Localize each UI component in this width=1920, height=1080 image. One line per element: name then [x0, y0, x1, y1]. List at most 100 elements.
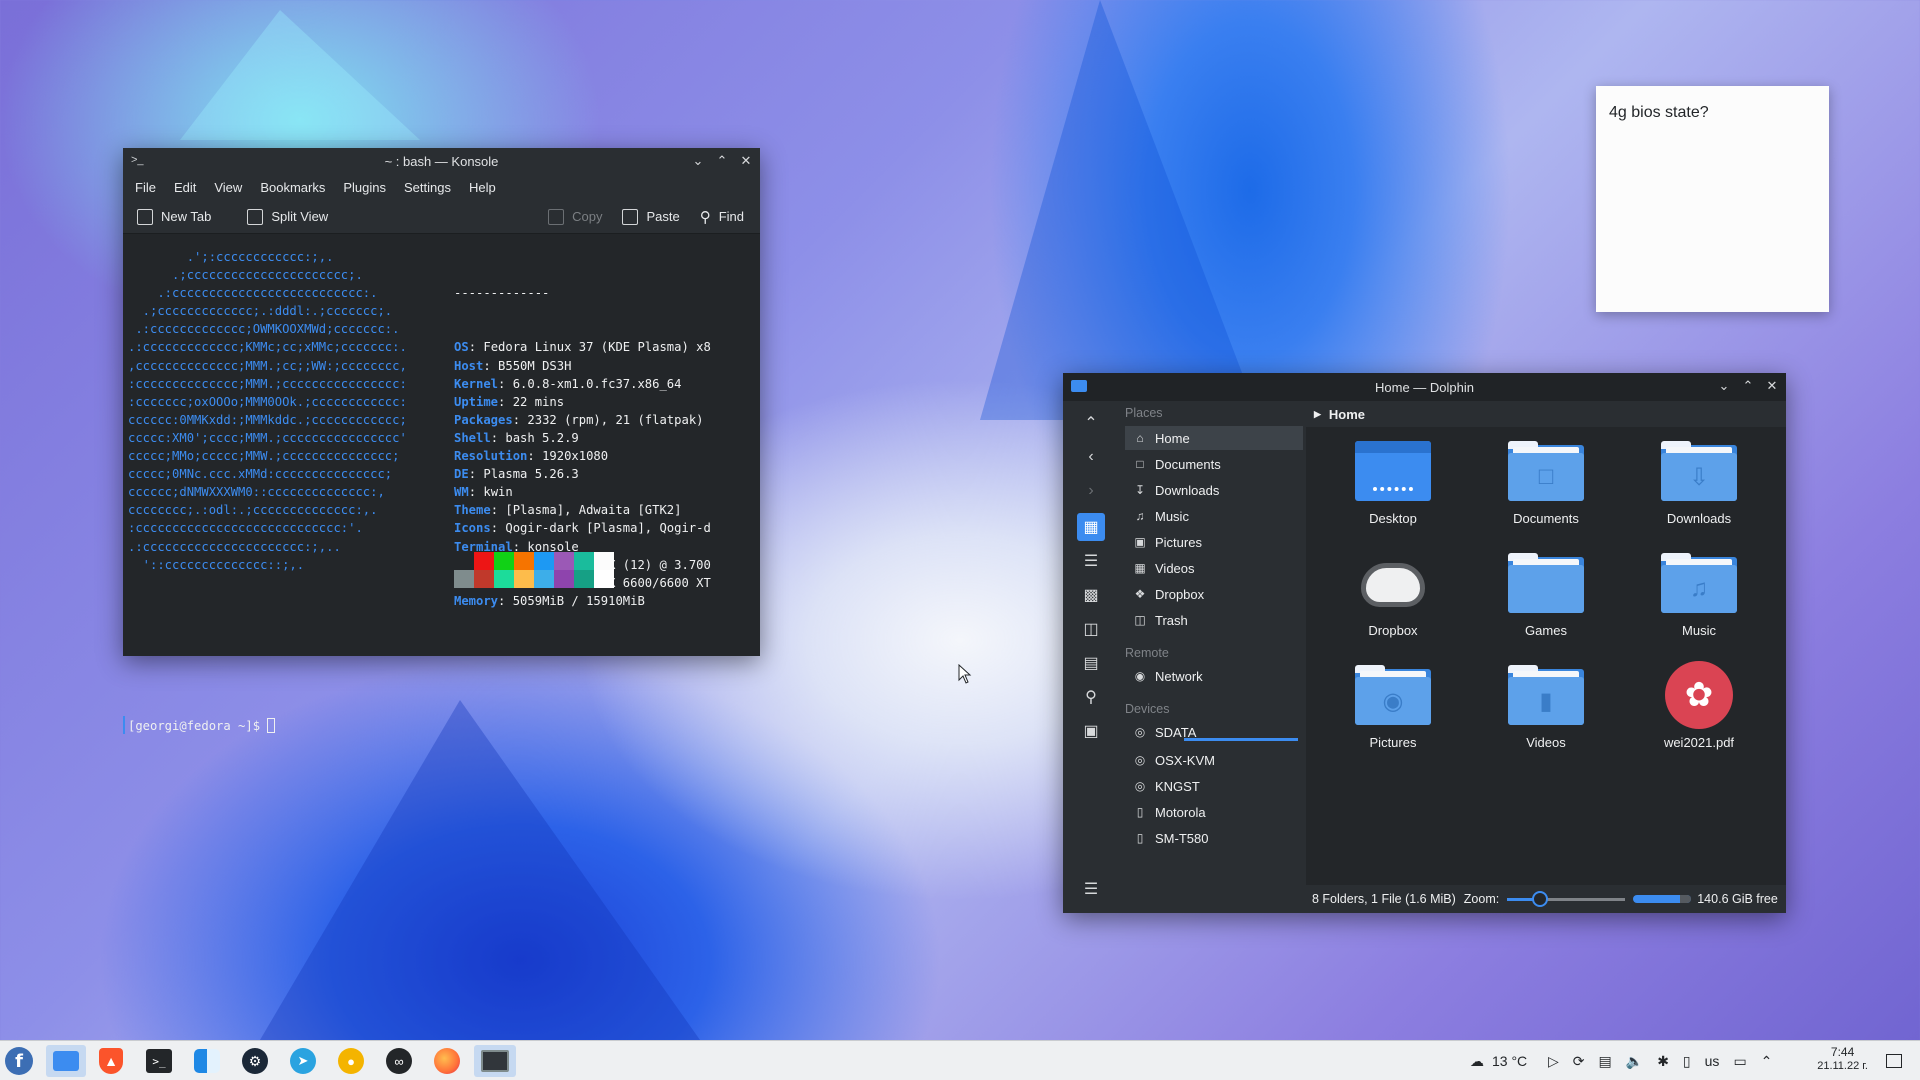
place-videos[interactable]: ▦ Videos — [1125, 556, 1303, 580]
konsole-window[interactable]: >_ ~ : bash — Konsole ⌄ ⌃ ✕ File Edit Vi… — [123, 148, 760, 734]
device-motorola[interactable]: ▯ Motorola — [1125, 800, 1303, 824]
neofetch-row: Theme: [Plasma], Adwaita [GTK2] — [454, 503, 682, 518]
terminal-icon[interactable]: ▣ — [1077, 717, 1105, 745]
file-view[interactable]: ▶ Home Desktop □ Documents ⇩ Downloads D… — [1306, 401, 1786, 885]
device-kngst[interactable]: ◎ KNGST — [1125, 774, 1303, 798]
compact-view-icon[interactable]: ☰ — [1077, 547, 1105, 575]
menu-view[interactable]: View — [214, 180, 242, 195]
firefox-icon[interactable] — [430, 1045, 464, 1077]
video-icon: ▦ — [1134, 561, 1146, 575]
device-osx-kvm[interactable]: ◎ OSX-KVM — [1125, 748, 1303, 772]
sticky-note-widget[interactable]: 4g bios state? — [1596, 86, 1829, 312]
neofetch-key: Memory — [454, 593, 499, 608]
keyboard-layout[interactable]: us — [1705, 1053, 1720, 1069]
split-view-button[interactable]: Split View — [237, 203, 338, 231]
place-dropbox[interactable]: ❖ Dropbox — [1125, 582, 1303, 606]
up-icon[interactable]: ⌃ — [1077, 409, 1105, 437]
weather-widget[interactable]: ☁ 13 °C — [1470, 1041, 1527, 1080]
slack-icon[interactable]: ● — [334, 1045, 368, 1077]
update-icon[interactable]: ⟳ — [1573, 1053, 1585, 1070]
file-item-documents[interactable]: □ Documents — [1482, 441, 1610, 526]
preview-icon[interactable]: ▤ — [1077, 649, 1105, 677]
menu-file[interactable]: File — [135, 180, 156, 195]
clipboard-icon[interactable]: ▤ — [1599, 1053, 1612, 1070]
place-music[interactable]: ♫ Music — [1125, 504, 1303, 528]
file-item-dropbox[interactable]: Dropbox — [1329, 553, 1457, 638]
digital-clock[interactable]: 7:44 21.11.22 г. — [1817, 1045, 1868, 1073]
place-home[interactable]: ⌂ Home — [1125, 426, 1303, 450]
display-icon[interactable]: ▭ — [1733, 1053, 1746, 1070]
menu-edit[interactable]: Edit — [174, 180, 196, 195]
dolphin-titlebar[interactable]: Home — Dolphin ⌄ ⌃ ✕ — [1063, 373, 1786, 401]
file-item-music[interactable]: ♫ Music — [1635, 553, 1763, 638]
telegram-icon[interactable]: ➤ — [286, 1045, 320, 1077]
breadcrumb[interactable]: ▶ Home — [1306, 401, 1786, 427]
logo-line: :cccccccccccccc;MMM.;cccccccccccccccc: — [128, 376, 407, 391]
note-text[interactable]: 4g bios state? — [1609, 104, 1709, 121]
new-tab-button[interactable]: New Tab — [127, 203, 221, 231]
menu-bookmarks[interactable]: Bookmarks — [260, 180, 325, 195]
close-button[interactable]: ✕ — [1764, 378, 1780, 394]
split-panel-icon[interactable]: ◫ — [1077, 615, 1105, 643]
paste-button[interactable]: Paste — [612, 203, 689, 231]
dolphin-window[interactable]: Home — Dolphin ⌄ ⌃ ✕ ⌃ ‹ › ▦ ☰ ▩ ◫ ▤ ⚲ ▣… — [1063, 373, 1786, 913]
place-downloads[interactable]: ↧ Downloads — [1125, 478, 1303, 502]
file-item-videos[interactable]: ▮ Videos — [1482, 665, 1610, 750]
disk-space-bar[interactable] — [1633, 895, 1692, 903]
file-item-games[interactable]: Games — [1482, 553, 1610, 638]
volume-icon[interactable]: 🔈 — [1626, 1053, 1643, 1070]
shell-prompt[interactable]: [georgi@fedora ~]$ — [128, 717, 276, 735]
kdeconnect-icon[interactable]: ∞ — [382, 1045, 416, 1077]
find-button[interactable]: ⚲ Find — [690, 203, 754, 231]
bluetooth-icon[interactable]: ✱ — [1657, 1053, 1669, 1070]
brave-icon[interactable]: ▲ — [94, 1045, 128, 1077]
minimize-button[interactable]: ⌄ — [1716, 378, 1732, 394]
show-desktop-icon[interactable] — [1886, 1041, 1902, 1080]
neofetch-value: B550M DS3H — [498, 358, 572, 373]
file-item-desktop[interactable]: Desktop — [1329, 441, 1457, 526]
menu-settings[interactable]: Settings — [404, 180, 451, 195]
details-view-icon[interactable]: ▩ — [1077, 581, 1105, 609]
place-pictures[interactable]: ▣ Pictures — [1125, 530, 1303, 554]
menu-plugins[interactable]: Plugins — [343, 180, 386, 195]
globe-icon: ◉ — [1134, 669, 1146, 683]
zoom-slider[interactable] — [1507, 890, 1626, 907]
folder-app-icon — [1071, 380, 1087, 392]
neofetch-separator: ------------- — [454, 286, 550, 301]
place-documents[interactable]: □ Documents — [1125, 452, 1303, 476]
konsole-titlebar[interactable]: >_ ~ : bash — Konsole ⌄ ⌃ ✕ — [123, 148, 760, 174]
system-monitor-icon[interactable] — [474, 1045, 516, 1077]
icons-view-icon[interactable]: ▦ — [1077, 513, 1105, 541]
steam-icon[interactable]: ⚙ — [238, 1045, 272, 1077]
device-sm-t580[interactable]: ▯ SM-T580 — [1125, 826, 1303, 850]
file-item-pictures[interactable]: ◉ Pictures — [1329, 665, 1457, 750]
battery-icon[interactable]: ▯ — [1683, 1053, 1691, 1070]
breadcrumb-home[interactable]: Home — [1329, 407, 1365, 422]
back-icon[interactable]: ‹ — [1077, 443, 1105, 471]
close-button[interactable]: ✕ — [738, 153, 754, 169]
place-trash[interactable]: ◫ Trash — [1125, 608, 1303, 632]
media-play-icon[interactable]: ▷ — [1548, 1053, 1559, 1070]
file-item-pdf[interactable]: ✿ wei2021.pdf — [1635, 661, 1763, 750]
trash-icon: ◫ — [1134, 613, 1146, 627]
konsole-icon[interactable]: >_ — [142, 1045, 176, 1077]
fedora-launcher-icon[interactable]: f — [2, 1045, 36, 1077]
color-swatch — [494, 570, 514, 588]
expand-tray-icon[interactable]: ⌃ — [1761, 1053, 1773, 1070]
zoom-slider-handle[interactable] — [1532, 890, 1549, 907]
minimize-button[interactable]: ⌄ — [690, 153, 706, 169]
hamburger-menu-icon[interactable]: ☰ — [1077, 875, 1105, 903]
dolphin-icon[interactable] — [46, 1045, 86, 1077]
maximize-button[interactable]: ⌃ — [1740, 378, 1756, 394]
forward-icon[interactable]: › — [1077, 477, 1105, 505]
file-item-downloads[interactable]: ⇩ Downloads — [1635, 441, 1763, 526]
terminal-area[interactable]: .';:cccccccccccc:;,. .;ccccccccccccccccc… — [123, 244, 760, 734]
place-network[interactable]: ◉ Network — [1125, 664, 1303, 688]
logo-line: cccccc:0MMKxdd:;MMMkddc.;cccccccccccc; — [128, 412, 407, 427]
maximize-button[interactable]: ⌃ — [714, 153, 730, 169]
copy-button[interactable]: Copy — [538, 203, 612, 231]
finder-icon[interactable] — [190, 1045, 224, 1077]
split-view-label: Split View — [271, 209, 329, 224]
search-icon[interactable]: ⚲ — [1077, 683, 1105, 711]
menu-help[interactable]: Help — [469, 180, 496, 195]
